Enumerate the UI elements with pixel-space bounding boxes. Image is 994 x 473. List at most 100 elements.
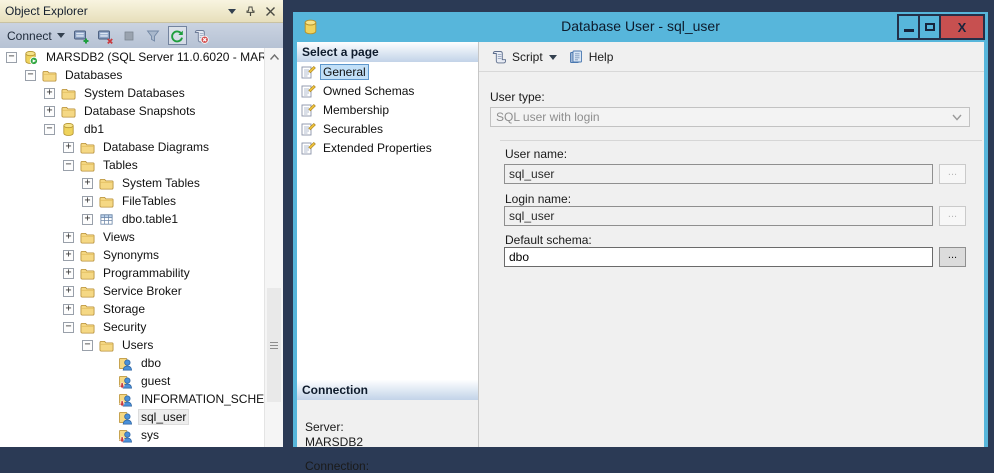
maximize-button[interactable] bbox=[918, 14, 941, 40]
folder-icon bbox=[42, 68, 57, 83]
expander-plus-icon[interactable]: + bbox=[63, 250, 74, 261]
expander-plus-icon[interactable]: + bbox=[82, 178, 93, 189]
tree-item-system-tables[interactable]: +System Tables bbox=[0, 174, 264, 192]
database-user-dialog: Database User - sql_user X Select a page… bbox=[293, 12, 988, 447]
scrollbar-thumb[interactable] bbox=[267, 288, 281, 402]
tree-item-guest[interactable]: guest bbox=[0, 372, 264, 390]
dialog-body: Select a page GeneralOwned SchemasMember… bbox=[297, 42, 984, 447]
default-schema-input[interactable]: dbo bbox=[504, 247, 933, 267]
expander-plus-icon[interactable]: + bbox=[63, 232, 74, 243]
close-icon[interactable] bbox=[265, 6, 276, 17]
expander-plus-icon[interactable]: + bbox=[63, 268, 74, 279]
tree-item-storage[interactable]: + Storage bbox=[0, 300, 264, 318]
script-error-button[interactable] bbox=[192, 26, 211, 45]
table-icon bbox=[99, 212, 114, 227]
refresh-icon bbox=[169, 28, 185, 44]
login-name-input[interactable]: sql_user bbox=[504, 206, 933, 226]
tree-item-label: Storage bbox=[100, 301, 148, 317]
tree-item-programmability[interactable]: +Programmability bbox=[0, 264, 264, 282]
page-item-label: Securables bbox=[320, 121, 386, 137]
tree-item-sys[interactable]: sys bbox=[0, 426, 264, 444]
expander-minus-icon[interactable]: − bbox=[6, 52, 17, 63]
stop-button[interactable] bbox=[120, 26, 139, 45]
expander-minus-icon[interactable]: − bbox=[63, 160, 74, 171]
user-disabled-icon bbox=[118, 374, 133, 389]
user-type-combobox[interactable]: SQL user with login bbox=[490, 107, 970, 127]
folder-icon bbox=[61, 86, 76, 101]
tree-item-label: System Databases bbox=[81, 85, 188, 101]
tree-item-label: guest bbox=[138, 373, 173, 389]
page-item-owned-schemas[interactable]: Owned Schemas bbox=[297, 81, 478, 100]
tree-item-sql-user[interactable]: sql_user bbox=[0, 408, 264, 426]
expander-minus-icon[interactable]: − bbox=[63, 322, 74, 333]
tree-item-marsdb2-sql-server-11-0-6020-marsd[interactable]: − MARSDB2 (SQL Server 11.0.6020 - MARSD bbox=[0, 48, 264, 66]
close-button[interactable]: X bbox=[939, 14, 985, 40]
tree-item-security[interactable]: −Security bbox=[0, 318, 264, 336]
expander-plus-icon[interactable]: + bbox=[82, 196, 93, 207]
expander-minus-icon[interactable]: − bbox=[82, 340, 93, 351]
tree-item-information-schem[interactable]: INFORMATION_SCHEM bbox=[0, 390, 264, 408]
tree-item-system-databases[interactable]: + System Databases bbox=[0, 84, 264, 102]
folder-icon bbox=[80, 284, 95, 299]
general-page-form: User type: SQL user with login User name… bbox=[479, 72, 984, 447]
expander-spacer bbox=[101, 394, 112, 405]
panel-title: Object Explorer bbox=[5, 4, 228, 18]
tree-item-views[interactable]: +Views bbox=[0, 228, 264, 246]
page-item-extended-properties[interactable]: Extended Properties bbox=[297, 138, 478, 157]
connect-button[interactable]: Connect bbox=[7, 29, 65, 43]
script-button[interactable]: Script bbox=[488, 47, 546, 67]
folder-icon bbox=[80, 266, 95, 281]
dialog-titlebar[interactable]: Database User - sql_user X bbox=[293, 12, 988, 42]
tree-scrollbar[interactable] bbox=[264, 48, 283, 447]
database-icon bbox=[61, 122, 76, 137]
expander-plus-icon[interactable]: + bbox=[44, 106, 55, 117]
page-edit-icon bbox=[300, 102, 316, 118]
pin-icon[interactable] bbox=[245, 6, 256, 17]
server-label: Server: bbox=[305, 420, 478, 434]
script-dropdown-button[interactable] bbox=[546, 53, 565, 60]
tree-item-service-broker[interactable]: +Service Broker bbox=[0, 282, 264, 300]
login-name-browse-button[interactable]: ... bbox=[939, 206, 966, 226]
expander-plus-icon[interactable]: + bbox=[63, 142, 74, 153]
expander-spacer bbox=[101, 376, 112, 387]
tree-item-label: Databases bbox=[62, 67, 125, 83]
user-name-input[interactable]: sql_user bbox=[504, 164, 933, 184]
page-item-general[interactable]: General bbox=[297, 62, 478, 81]
connect-server-icon bbox=[73, 28, 89, 44]
default-schema-browse-button[interactable]: ... bbox=[939, 247, 966, 267]
expander-plus-icon[interactable]: + bbox=[63, 286, 74, 297]
expander-plus-icon[interactable]: + bbox=[82, 214, 93, 225]
filter-button[interactable] bbox=[144, 26, 163, 45]
tree-item-synonyms[interactable]: +Synonyms bbox=[0, 246, 264, 264]
tree-item-database-snapshots[interactable]: +Database Snapshots bbox=[0, 102, 264, 120]
page-item-label: Extended Properties bbox=[320, 140, 435, 156]
user-name-browse-button[interactable]: ... bbox=[939, 164, 966, 184]
tree-item-label: MARSDB2 (SQL Server 11.0.6020 - MARSD bbox=[43, 49, 264, 65]
window-position-menu-icon[interactable] bbox=[228, 9, 236, 14]
tree-item-dbo-table1[interactable]: +dbo.table1 bbox=[0, 210, 264, 228]
object-explorer-tree: −MARSDB2 (SQL Server 11.0.6020 - MARSD−D… bbox=[0, 48, 264, 447]
folder-icon bbox=[80, 302, 95, 317]
tree-item-db1[interactable]: −db1 bbox=[0, 120, 264, 138]
expander-minus-icon[interactable]: − bbox=[44, 124, 55, 135]
connection-label: Connection: bbox=[305, 459, 478, 473]
minimize-button[interactable] bbox=[897, 14, 920, 40]
disconnect-server-button[interactable] bbox=[96, 26, 115, 45]
expander-minus-icon[interactable]: − bbox=[25, 70, 36, 81]
help-button[interactable]: Help bbox=[565, 47, 617, 67]
tree-item-dbo[interactable]: dbo bbox=[0, 354, 264, 372]
tree-item-users[interactable]: −Users bbox=[0, 336, 264, 354]
page-item-securables[interactable]: Securables bbox=[297, 119, 478, 138]
object-explorer-header[interactable]: Object Explorer bbox=[0, 0, 283, 23]
expander-plus-icon[interactable]: + bbox=[44, 88, 55, 99]
tree-item-tables[interactable]: −Tables bbox=[0, 156, 264, 174]
refresh-button[interactable] bbox=[168, 26, 187, 45]
page-edit-icon bbox=[300, 121, 316, 137]
connect-server-button[interactable] bbox=[72, 26, 91, 45]
scrollbar-up-arrow-icon[interactable] bbox=[265, 48, 283, 65]
tree-item-database-diagrams[interactable]: +Database Diagrams bbox=[0, 138, 264, 156]
page-item-membership[interactable]: Membership bbox=[297, 100, 478, 119]
expander-plus-icon[interactable]: + bbox=[63, 304, 74, 315]
tree-item-databases[interactable]: − Databases bbox=[0, 66, 264, 84]
tree-item-filetables[interactable]: +FileTables bbox=[0, 192, 264, 210]
